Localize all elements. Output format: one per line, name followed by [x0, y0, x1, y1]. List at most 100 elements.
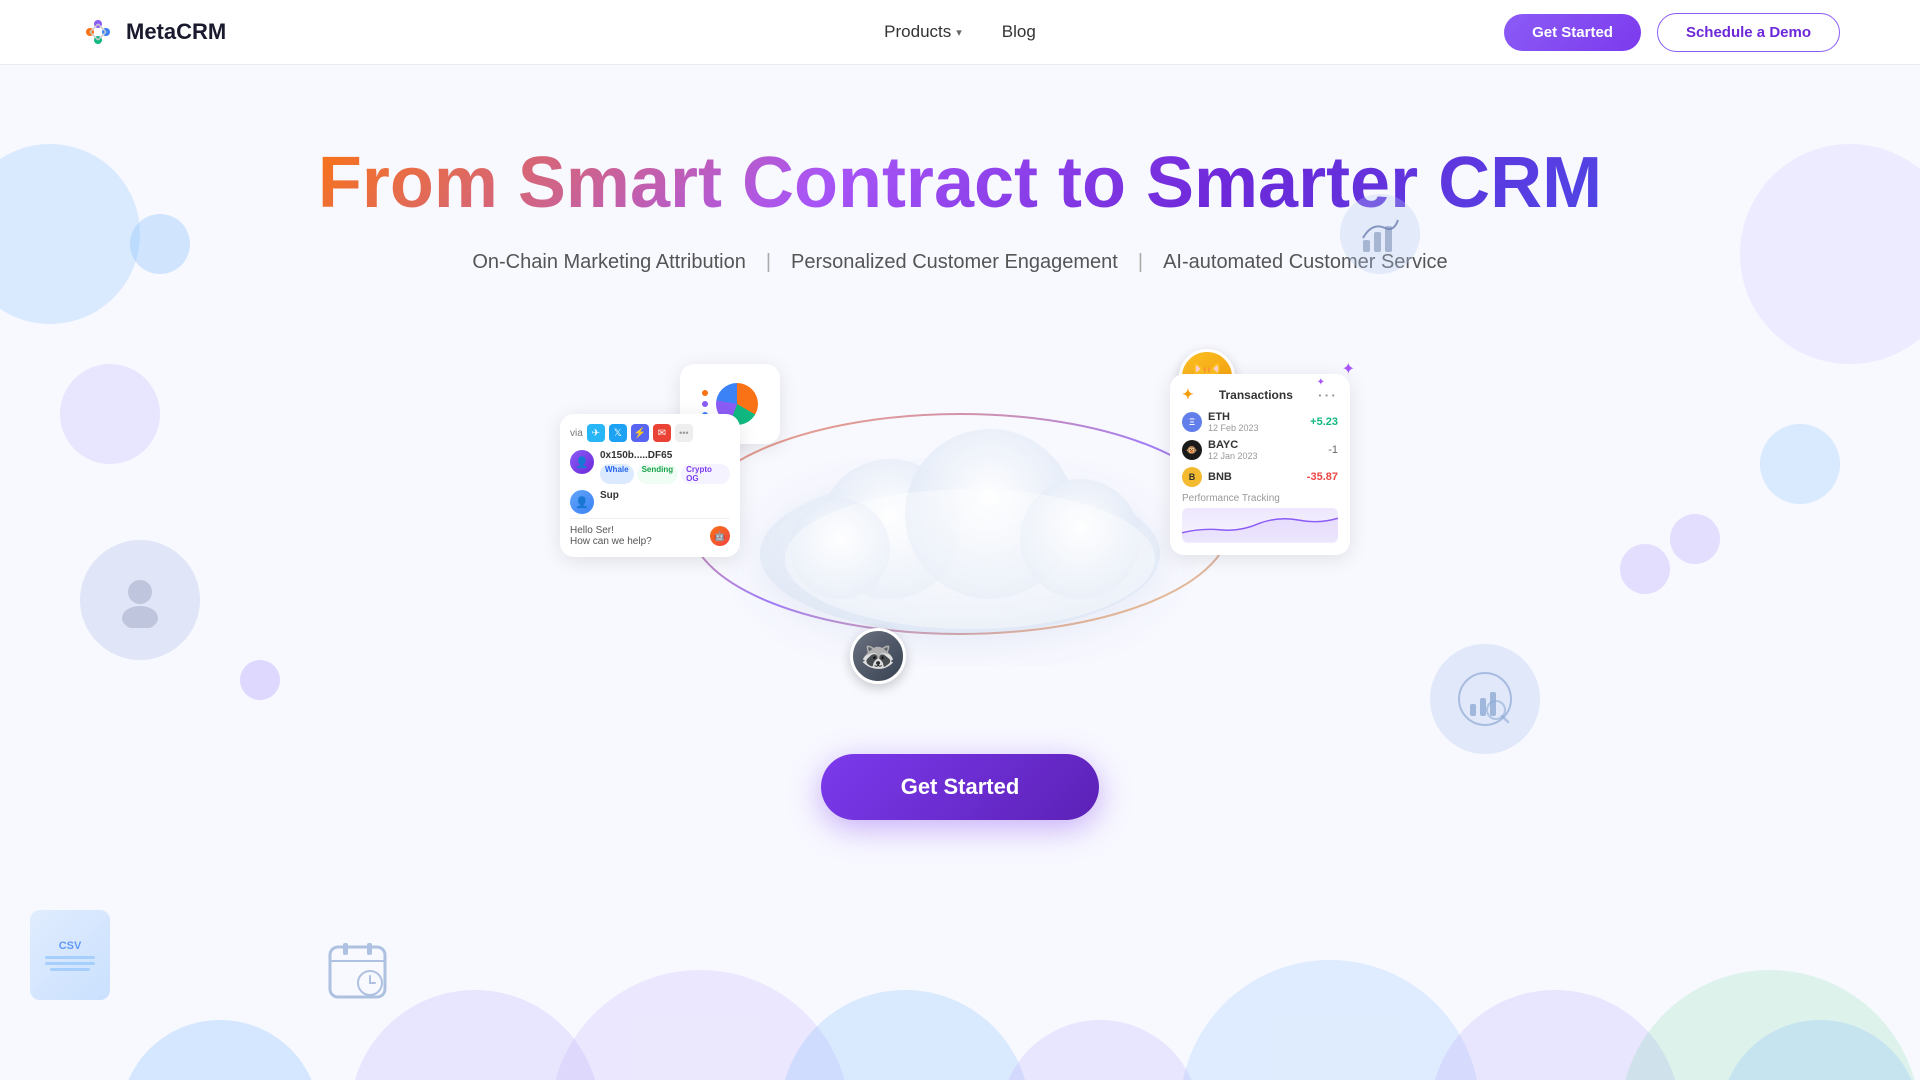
separator-1: | — [766, 251, 771, 274]
tx-coin-bayc: 🐵 BAYC 12 Jan 2023 — [1182, 439, 1258, 461]
get-started-button[interactable]: Get Started — [1504, 14, 1641, 51]
chat-message-2: 👤 Sup — [570, 490, 730, 514]
perf-label: Performance Tracking — [1182, 493, 1338, 504]
bg-circle-2 — [60, 364, 160, 464]
tx-coin-bnb: B BNB — [1182, 467, 1232, 487]
hero-subtitle: On-Chain Marketing Attribution | Persona… — [472, 251, 1447, 274]
bnb-icon: B — [1182, 467, 1202, 487]
cloud-illustration: 🐱 🤖 🦝 via ✈ 𝕏 ⚡ ✉ ••• 👤 0x150b.....DF65 — [510, 334, 1410, 714]
via-label: via — [570, 428, 583, 439]
chat-tags: Whale Sending Crypto OG — [600, 464, 730, 484]
bottom-blob-3 — [550, 970, 850, 1080]
bg-circle-4 — [1740, 144, 1920, 364]
chat-sub-user: Sup — [600, 490, 730, 501]
transactions-title: Transactions — [1219, 388, 1293, 402]
sparkle-top: ✦ — [1342, 359, 1355, 379]
help-question: How can we help? — [570, 536, 652, 547]
logo-icon — [80, 14, 116, 50]
chat-avatar-2: 👤 — [570, 490, 594, 514]
sparkle-small-icon: ✦ — [1317, 377, 1325, 388]
chat-channels: via ✈ 𝕏 ⚡ ✉ ••• — [570, 424, 730, 442]
tag-sending: Sending — [637, 464, 679, 484]
subtitle-item-1: On-Chain Marketing Attribution — [472, 251, 745, 274]
eth-name: ETH — [1208, 411, 1259, 423]
bg-circle-1 — [0, 144, 140, 324]
chart-bubble-right — [1340, 194, 1420, 274]
calendar-icon — [325, 935, 395, 1005]
bg-bubble-right — [1620, 544, 1670, 594]
dot-1 — [702, 390, 708, 396]
tx-row-bnb: B BNB -35.87 — [1182, 467, 1338, 487]
chat-avatar-1: 👤 — [570, 450, 594, 474]
chat-address: 0x150b.....DF65 — [600, 450, 730, 461]
schedule-demo-button[interactable]: Schedule a Demo — [1657, 13, 1840, 52]
nav-item-products[interactable]: Products ▾ — [884, 22, 962, 42]
calendar-icon-container — [320, 930, 400, 1010]
bayc-name: BAYC — [1208, 439, 1258, 451]
greeting: Hello Ser! — [570, 525, 652, 536]
logo[interactable]: MetaCRM — [80, 14, 226, 50]
hero-cta-button[interactable]: Get Started — [821, 754, 1100, 820]
bottom-blob-4 — [780, 990, 1030, 1080]
performance-chart — [1182, 508, 1338, 543]
tag-whale: Whale — [600, 464, 634, 484]
tx-row-bayc: 🐵 BAYC 12 Jan 2023 -1 — [1182, 439, 1338, 461]
chat-bot-avatar: 🤖 — [710, 526, 730, 546]
tx-coin-bnb-info: BNB — [1208, 471, 1232, 483]
transactions-card: ✦ Transactions ··· Ξ ETH 12 Feb 2023 +5.… — [1170, 374, 1350, 555]
sparkle-small: ✦ — [1317, 372, 1325, 390]
bottom-blob-6 — [1180, 960, 1480, 1080]
tx-row-eth: Ξ ETH 12 Feb 2023 +5.23 — [1182, 411, 1338, 433]
user-icon — [112, 572, 168, 628]
chat-card: via ✈ 𝕏 ⚡ ✉ ••• 👤 0x150b.....DF65 Whale … — [560, 414, 740, 557]
csv-file-icon: CSV — [30, 910, 110, 1000]
transactions-header: ✦ Transactions ··· — [1182, 386, 1338, 403]
chat-reply-text: Hello Ser! How can we help? — [570, 525, 652, 547]
perf-chart-svg — [1182, 508, 1338, 543]
eth-icon: Ξ — [1182, 412, 1202, 432]
bottom-blob-9 — [1720, 1020, 1920, 1080]
bayc-value: -1 — [1328, 444, 1338, 456]
more-channels-icon: ••• — [675, 424, 693, 442]
tx-coin-eth: Ξ ETH 12 Feb 2023 — [1182, 411, 1259, 433]
user-avatar-large — [80, 540, 200, 660]
chevron-down-icon: ▾ — [956, 26, 962, 39]
analytics-icon-container — [1430, 644, 1540, 754]
chat-content-2: Sup — [600, 490, 730, 504]
twitter-icon: 𝕏 — [609, 424, 627, 442]
bg-circle-6 — [1670, 514, 1720, 564]
bayc-date: 12 Jan 2023 — [1208, 451, 1258, 461]
bg-circle-3 — [130, 214, 190, 274]
discord-icon: ⚡ — [631, 424, 649, 442]
email-icon: ✉ — [653, 424, 671, 442]
avatar-bottom-center: 🦝 — [850, 628, 906, 684]
separator-2: | — [1138, 251, 1143, 274]
nav-actions: Get Started Schedule a Demo — [1504, 13, 1840, 52]
bnb-name: BNB — [1208, 471, 1232, 483]
tag-crypto: Crypto OG — [681, 464, 730, 484]
bottom-blob-5 — [1000, 1020, 1200, 1080]
bottom-blob-8 — [1620, 970, 1920, 1080]
hero-section: From Smart Contract to Smarter CRM On-Ch… — [0, 64, 1920, 1080]
chat-content-1: 0x150b.....DF65 Whale Sending Crypto OG — [600, 450, 730, 484]
nav-links: Products ▾ Blog — [884, 22, 1036, 42]
chat-reply-area: Hello Ser! How can we help? 🤖 — [570, 518, 730, 547]
eth-date: 12 Feb 2023 — [1208, 423, 1259, 433]
bottom-circles-row: CSV — [0, 890, 1920, 1080]
bg-circle-small-left — [240, 660, 280, 700]
telegram-icon: ✈ — [587, 424, 605, 442]
bg-circle-5 — [1760, 424, 1840, 504]
tx-coin-bayc-info: BAYC 12 Jan 2023 — [1208, 439, 1258, 461]
sparkle-large: ✦ — [1342, 361, 1355, 378]
bottom-blob-7 — [1430, 990, 1680, 1080]
chat-message-1: 👤 0x150b.....DF65 Whale Sending Crypto O… — [570, 450, 730, 484]
logo-text: MetaCRM — [126, 19, 226, 45]
bottom-blob-2 — [350, 990, 600, 1080]
bayc-icon: 🐵 — [1182, 440, 1202, 460]
navbar: MetaCRM Products ▾ Blog Get Started Sche… — [0, 0, 1920, 64]
bnb-value: -35.87 — [1307, 471, 1338, 483]
bottom-blob-1 — [120, 1020, 320, 1080]
eth-value: +5.23 — [1310, 416, 1338, 428]
nav-item-blog[interactable]: Blog — [1002, 22, 1036, 42]
analytics-icon — [1458, 672, 1513, 727]
